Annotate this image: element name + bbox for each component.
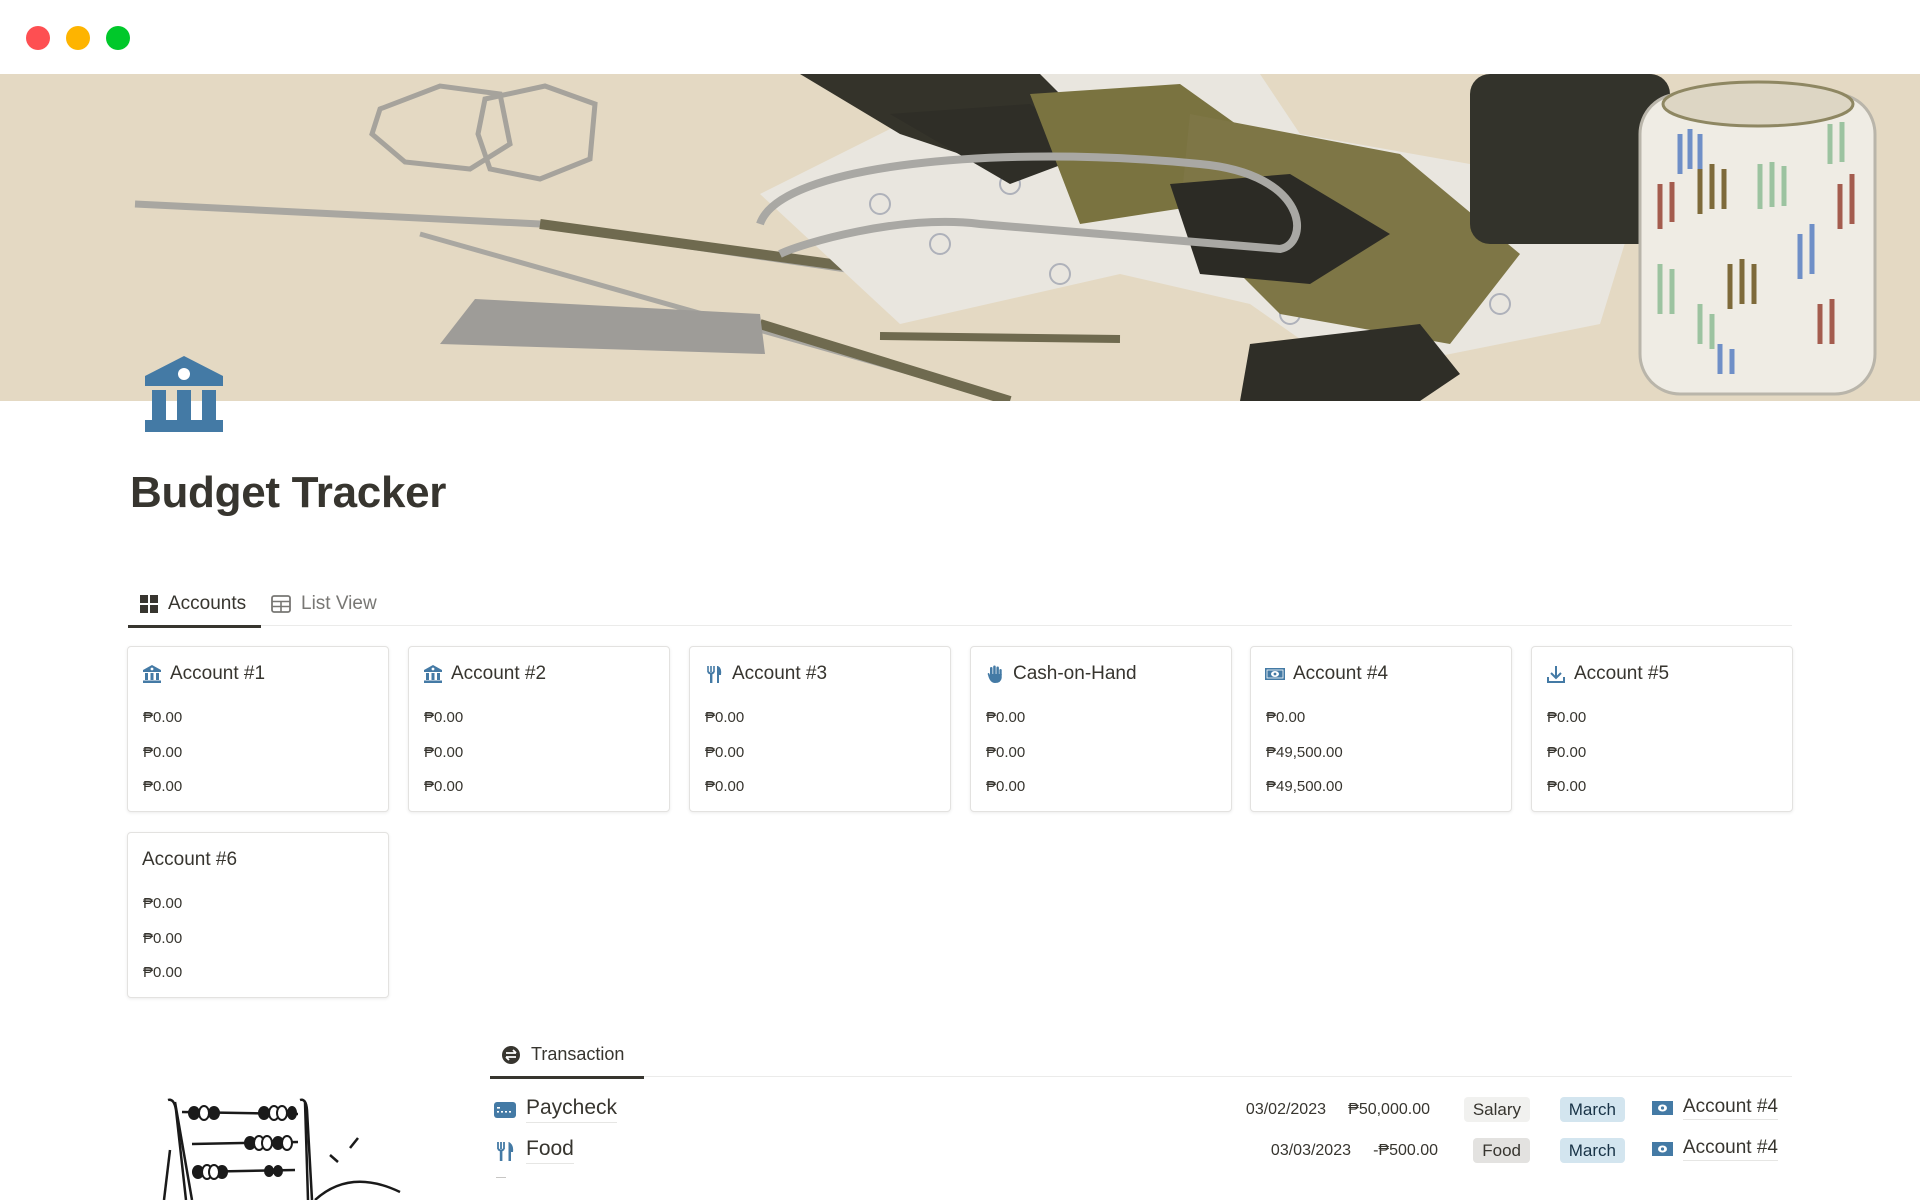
money-bill-icon (1265, 668, 1285, 680)
account-value: ₱0.00 (1266, 709, 1306, 726)
tab-list-view[interactable]: List View (271, 582, 377, 626)
tab-accounts[interactable]: Accounts (128, 582, 261, 628)
table-icon (271, 595, 291, 613)
download-icon (1547, 666, 1565, 683)
page-title: Budget Tracker (130, 468, 447, 517)
close-window-button[interactable] (26, 26, 50, 50)
fork-knife-icon (707, 666, 722, 683)
gallery-grid-icon (140, 595, 158, 613)
money-bill-icon (1651, 1101, 1673, 1115)
account-value: ₱0.00 (424, 709, 464, 726)
view-tabs: Accounts List View (128, 582, 1792, 628)
month-tag: March (1559, 1097, 1625, 1122)
window-titlebar (0, 0, 1920, 74)
account-value: ₱0.00 (986, 709, 1026, 726)
account-value: ₱0.00 (705, 778, 745, 795)
transaction-amount: ₱50,000.00 (1348, 1101, 1430, 1118)
account-card[interactable]: Account #3 ₱0.00 ₱0.00 ₱0.00 (689, 646, 951, 812)
fork-knife-icon (497, 1142, 514, 1161)
account-name: Account #2 (451, 663, 547, 684)
account-link[interactable]: Account #4 (1651, 1137, 1778, 1161)
account-value: ₱0.00 (1547, 778, 1587, 795)
cover-image (0, 74, 1920, 401)
account-value: ₱0.00 (143, 709, 183, 726)
account-name: Cash-on-Hand (1013, 663, 1137, 684)
account-value: ₱0.00 (424, 778, 464, 795)
account-value: ₱0.00 (1547, 709, 1587, 726)
account-value: ₱0.00 (143, 930, 183, 947)
account-value: ₱0.00 (424, 744, 464, 761)
account-card[interactable]: Account #5 ₱0.00 ₱0.00 ₱0.00 (1531, 646, 1793, 812)
partial-row-indicator (496, 1177, 506, 1178)
category-tag: Food (1473, 1138, 1530, 1163)
tab-transaction[interactable]: Transaction (490, 1032, 644, 1079)
transaction-view-tabs: Transaction (490, 1032, 1792, 1079)
account-card[interactable]: Account #1 ₱0.00 ₱0.00 ₱0.00 (127, 646, 389, 812)
credit-card-icon (494, 1102, 516, 1118)
transaction-amount: -₱500.00 (1373, 1142, 1438, 1159)
transaction-date: 03/03/2023 (1270, 1142, 1351, 1159)
account-value: ₱0.00 (986, 744, 1026, 761)
tab-accounts-label: Accounts (168, 593, 247, 614)
transaction-name[interactable]: Paycheck (526, 1096, 618, 1123)
month-tag: March (1559, 1138, 1625, 1163)
account-link-label: Account #4 (1682, 1096, 1778, 1120)
account-value: ₱0.00 (705, 709, 745, 726)
tab-list-view-label: List View (301, 593, 377, 614)
account-value: ₱0.00 (705, 744, 745, 761)
bank-icon (143, 665, 161, 683)
account-name: Account #3 (732, 663, 828, 684)
account-value: ₱0.00 (986, 778, 1026, 795)
account-card[interactable]: Account #4 ₱0.00 ₱49,500.00 ₱49,500.00 (1250, 646, 1512, 812)
bank-building-icon[interactable] (143, 354, 225, 434)
bank-icon (424, 665, 442, 683)
account-value: ₱0.00 (143, 964, 183, 981)
money-bill-icon (1651, 1142, 1673, 1156)
account-name: Account #6 (142, 849, 238, 870)
maximize-window-button[interactable] (106, 26, 130, 50)
cover-artwork (0, 74, 1920, 401)
category-tag: Salary (1463, 1097, 1530, 1122)
account-value: ₱0.00 (1547, 744, 1587, 761)
account-value: ₱49,500.00 (1266, 778, 1343, 795)
account-value: ₱0.00 (143, 895, 183, 912)
account-card[interactable]: Account #6 ₱0.00 ₱0.00 ₱0.00 (127, 832, 389, 998)
minimize-window-button[interactable] (66, 26, 90, 50)
account-card[interactable]: Account #2 ₱0.00 ₱0.00 ₱0.00 (408, 646, 670, 812)
account-link[interactable]: Account #4 (1651, 1096, 1778, 1120)
account-value: ₱0.00 (143, 778, 183, 795)
transaction-date: 03/02/2023 (1245, 1101, 1326, 1118)
account-value: ₱49,500.00 (1266, 744, 1343, 761)
account-link-label: Account #4 (1682, 1137, 1778, 1161)
account-card[interactable]: Cash-on-Hand ₱0.00 ₱0.00 ₱0.00 (970, 646, 1232, 812)
exchange-arrows-icon (502, 1045, 520, 1064)
transaction-name[interactable]: Food (526, 1137, 574, 1164)
hand-icon (987, 665, 1002, 683)
abacus-illustration (150, 1080, 410, 1200)
account-value: ₱0.00 (143, 744, 183, 761)
account-name: Account #1 (170, 663, 266, 684)
account-name: Account #4 (1293, 663, 1389, 684)
transaction-row[interactable]: Paycheck 03/02/2023 ₱50,000.00 Salary Ma… (490, 1090, 1792, 1130)
tab-transaction-label: Transaction (531, 1044, 625, 1064)
transaction-row[interactable]: Food 03/03/2023 -₱500.00 Food March Acco… (490, 1131, 1792, 1171)
account-name: Account #5 (1574, 663, 1670, 684)
